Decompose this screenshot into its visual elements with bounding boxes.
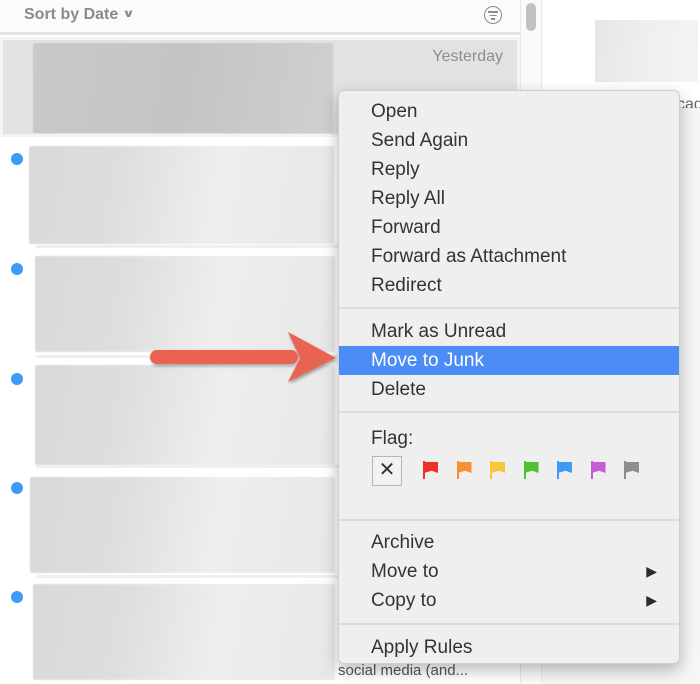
chevron-down-icon: ∨	[122, 8, 135, 20]
unread-dot	[11, 591, 23, 603]
unread-dot	[11, 373, 23, 385]
menu-separator	[339, 623, 679, 625]
sort-label: Sort by Date	[24, 6, 119, 23]
menu-separator	[339, 307, 679, 309]
context-menu: Open Send Again Reply Reply All Forward …	[338, 90, 680, 664]
menu-item-forward-as-attachment[interactable]: Forward as Attachment	[339, 242, 679, 271]
menu-separator	[339, 411, 679, 413]
menu-item-mark-as-unread[interactable]: Mark as Unread	[339, 317, 679, 346]
sort-by-date-button[interactable]: Sort by Date ∨	[24, 6, 135, 24]
unread-dot	[11, 153, 23, 165]
menu-item-forward[interactable]: Forward	[339, 213, 679, 242]
clear-flag-button[interactable]: ✕	[372, 456, 402, 486]
menu-separator	[339, 519, 679, 521]
flag-gray-icon[interactable]	[624, 461, 640, 479]
list-header: Sort by Date ∨	[0, 0, 520, 35]
menu-item-delete[interactable]: Delete	[339, 375, 679, 404]
submenu-arrow-icon: ▶	[646, 563, 657, 579]
message-preview: social media (and...	[338, 662, 469, 679]
message-date: Yesterday	[432, 48, 503, 65]
submenu-arrow-icon: ▶	[646, 592, 657, 608]
menu-item-move-to-junk[interactable]: Move to Junk	[339, 346, 679, 375]
flag-purple-icon[interactable]	[590, 461, 607, 479]
menu-item-label: Move to	[371, 561, 439, 582]
flag-green-icon[interactable]	[523, 461, 540, 479]
menu-item-send-again[interactable]: Send Again	[339, 126, 679, 155]
unread-dot	[11, 263, 23, 275]
menu-item-move-to[interactable]: Move to ▶	[339, 557, 679, 586]
unread-dot	[11, 482, 23, 494]
flag-yellow-icon[interactable]	[490, 461, 506, 479]
menu-item-label: Copy to	[371, 590, 437, 611]
flag-blue-icon[interactable]	[557, 461, 573, 479]
flag-red-icon[interactable]	[423, 461, 439, 479]
flag-orange-icon[interactable]	[456, 461, 473, 479]
menu-item-reply-all[interactable]: Reply All	[339, 184, 679, 213]
menu-item-archive[interactable]: Archive	[339, 528, 679, 557]
menu-item-redirect[interactable]: Redirect	[339, 271, 679, 300]
annotation-arrow-icon	[150, 332, 336, 382]
menu-item-reply[interactable]: Reply	[339, 155, 679, 184]
menu-item-open[interactable]: Open	[339, 97, 679, 126]
filter-icon[interactable]	[484, 6, 502, 24]
flag-label: Flag:	[371, 428, 414, 449]
blurred-content	[595, 20, 698, 82]
scrollbar-thumb[interactable]	[526, 3, 536, 31]
menu-item-apply-rules[interactable]: Apply Rules	[339, 633, 679, 662]
menu-item-copy-to[interactable]: Copy to ▶	[339, 586, 679, 615]
